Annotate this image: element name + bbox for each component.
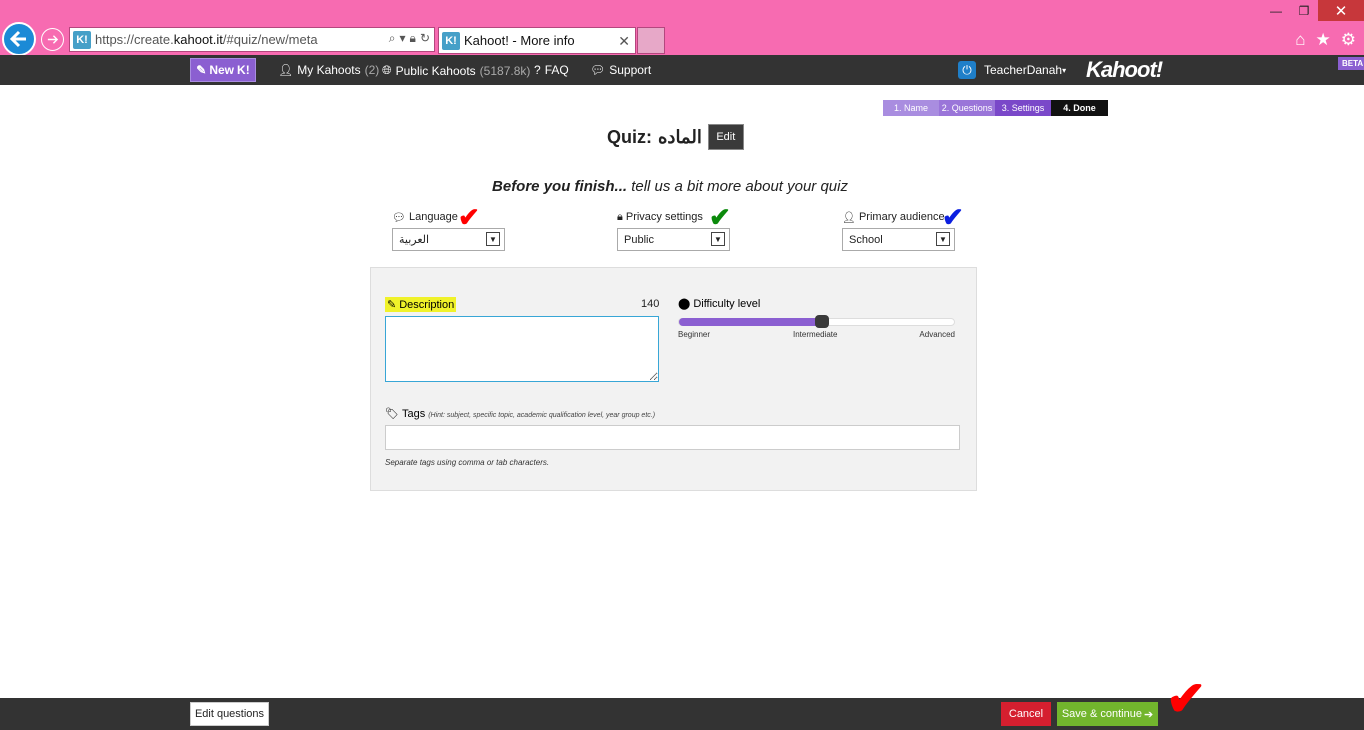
blue-check-annotation: ✔ <box>942 202 964 232</box>
url-text: https://create.kahoot.it/#quiz/new/meta <box>95 32 318 47</box>
tag-icon: 🏷︎ <box>385 408 399 420</box>
new-tab-button[interactable] <box>637 27 665 54</box>
nav-support[interactable]: 💬︎ Support <box>590 63 651 77</box>
difficulty-label: ⬤ Difficulty level <box>678 297 761 311</box>
slider-handle[interactable] <box>814 315 829 328</box>
step-done: 4. Done <box>1051 100 1108 116</box>
globe-icon: 🌐︎ <box>382 63 392 77</box>
tags-help-text: Separate tags using comma or tab charact… <box>385 458 550 467</box>
forward-button[interactable] <box>41 28 64 51</box>
kahoot-k-icon: K! <box>237 63 250 77</box>
green-check-annotation: ✔ <box>709 202 731 232</box>
tags-hint: (Hint: subject, specific topic, academic… <box>428 412 656 419</box>
address-bar[interactable]: K! https://create.kahoot.it/#quiz/new/me… <box>69 27 435 52</box>
restore-icon[interactable]: ❐ <box>1290 0 1318 21</box>
page-title: Quiz: الماده Edit <box>607 124 744 150</box>
difficulty-intermediate: Intermediate <box>793 330 838 339</box>
question-icon: ? <box>534 63 541 77</box>
user-menu[interactable]: ⏻ TeacherDanah ▾ <box>958 61 1066 79</box>
chevron-down-icon: ▼ <box>711 232 725 246</box>
user-icon: 👤︎ <box>278 63 294 77</box>
step-settings[interactable]: 3. Settings <box>995 100 1051 116</box>
audience-select[interactable]: School ▼ <box>842 228 955 251</box>
favorites-star-icon[interactable]: ★ <box>1316 30 1331 50</box>
kahoot-favicon-icon: K! <box>73 30 91 49</box>
refresh-icon[interactable]: ↻ <box>420 31 430 46</box>
nav-faq[interactable]: ? FAQ <box>534 63 569 77</box>
nav-my-kahoots[interactable]: 👤︎ My Kahoots (2) <box>278 63 379 77</box>
footer-bar: Edit questions Cancel Save & continue ➔ <box>0 698 1364 730</box>
difficulty-slider[interactable] <box>678 315 955 328</box>
new-kahoot-button[interactable]: ✎ New K! <box>190 58 256 82</box>
close-window-icon[interactable]: ✕ <box>1318 0 1364 21</box>
browser-tab[interactable]: K! Kahoot! - More info ✕ <box>438 27 636 54</box>
cancel-button[interactable]: Cancel <box>1001 702 1051 726</box>
red-check-annotation: ✔ <box>1166 673 1207 726</box>
speech-bubble-icon: 💬︎ <box>590 63 606 77</box>
difficulty-advanced: Advanced <box>919 330 955 339</box>
edit-title-button[interactable]: Edit <box>707 124 744 150</box>
quiz-name: الماده <box>658 126 702 147</box>
search-icon[interactable]: ⌕ <box>389 31 396 46</box>
language-field: 💬︎ Language العربية ▼ <box>392 210 505 251</box>
kahoot-navbar: ✎ New K! 👤︎ My Kahoots (2) 🌐︎ Public Kah… <box>0 55 1364 85</box>
arrow-left-icon <box>9 30 26 48</box>
speech-bubble-icon: 💬︎ <box>392 211 406 224</box>
tab-title: Kahoot! - More info <box>464 33 575 48</box>
difficulty-beginner: Beginner <box>678 330 711 339</box>
arrow-right-icon <box>47 35 59 44</box>
step-questions[interactable]: 2. Questions <box>939 100 995 116</box>
kahoot-favicon-icon: K! <box>442 31 460 50</box>
description-char-count: 140 <box>641 298 660 310</box>
circle-icon: ⬤ <box>678 298 691 310</box>
caret-down-icon: ▾ <box>1062 65 1067 75</box>
edit-pen-icon: ✎ <box>196 63 207 77</box>
settings-gear-icon[interactable]: ⚙ <box>1341 30 1356 50</box>
lock-icon: 🔒︎ <box>409 31 416 45</box>
chevron-down-icon: ▼ <box>936 232 950 246</box>
beta-badge: BETA <box>1338 57 1364 70</box>
step-name[interactable]: 1. Name <box>883 100 939 116</box>
back-button[interactable] <box>2 22 36 56</box>
description-label: ✎ Description <box>385 297 457 312</box>
user-icon: 👤︎ <box>842 211 856 224</box>
kahoot-logo[interactable]: Kahoot! <box>1086 57 1163 83</box>
minimize-icon[interactable]: — <box>1262 0 1290 21</box>
home-icon[interactable]: ⌂ <box>1295 30 1305 50</box>
arrow-right-icon: ➔ <box>1143 708 1154 721</box>
save-continue-button[interactable]: Save & continue ➔ <box>1057 702 1158 726</box>
tags-input[interactable] <box>385 425 960 450</box>
edit-questions-button[interactable]: Edit questions <box>190 702 269 726</box>
language-select[interactable]: العربية ▼ <box>392 228 505 251</box>
audience-field: 👤︎ Primary audience School ▼ <box>842 210 955 251</box>
chevron-down-icon: ▼ <box>486 232 500 246</box>
pencil-icon: ✎ <box>387 299 397 311</box>
intro-text: Before you finish... tell us a bit more … <box>492 178 848 195</box>
browser-chrome: K! https://create.kahoot.it/#quiz/new/me… <box>0 0 1364 56</box>
close-tab-icon[interactable]: ✕ <box>618 33 630 50</box>
username: TeacherDanah <box>984 63 1063 77</box>
lock-icon: 🔒︎ <box>617 210 623 223</box>
slider-fill <box>679 318 822 326</box>
description-textarea[interactable] <box>385 316 659 382</box>
window-controls: — ❐ ✕ <box>1262 0 1364 21</box>
tags-label: 🏷︎ Tags (Hint: subject, specific topic, … <box>385 408 656 420</box>
dropdown-arrow-icon[interactable]: ▾ <box>400 31 406 46</box>
details-panel: ✎ Description 140 ⬤ Difficulty level Beg… <box>370 267 977 491</box>
progress-steps: 1. Name 2. Questions 3. Settings 4. Done <box>883 100 1108 116</box>
nav-public-kahoots[interactable]: 🌐︎ Public Kahoots (5187.8k) <box>382 63 530 78</box>
power-icon[interactable]: ⏻ <box>958 61 976 79</box>
red-check-annotation: ✔ <box>458 202 480 232</box>
